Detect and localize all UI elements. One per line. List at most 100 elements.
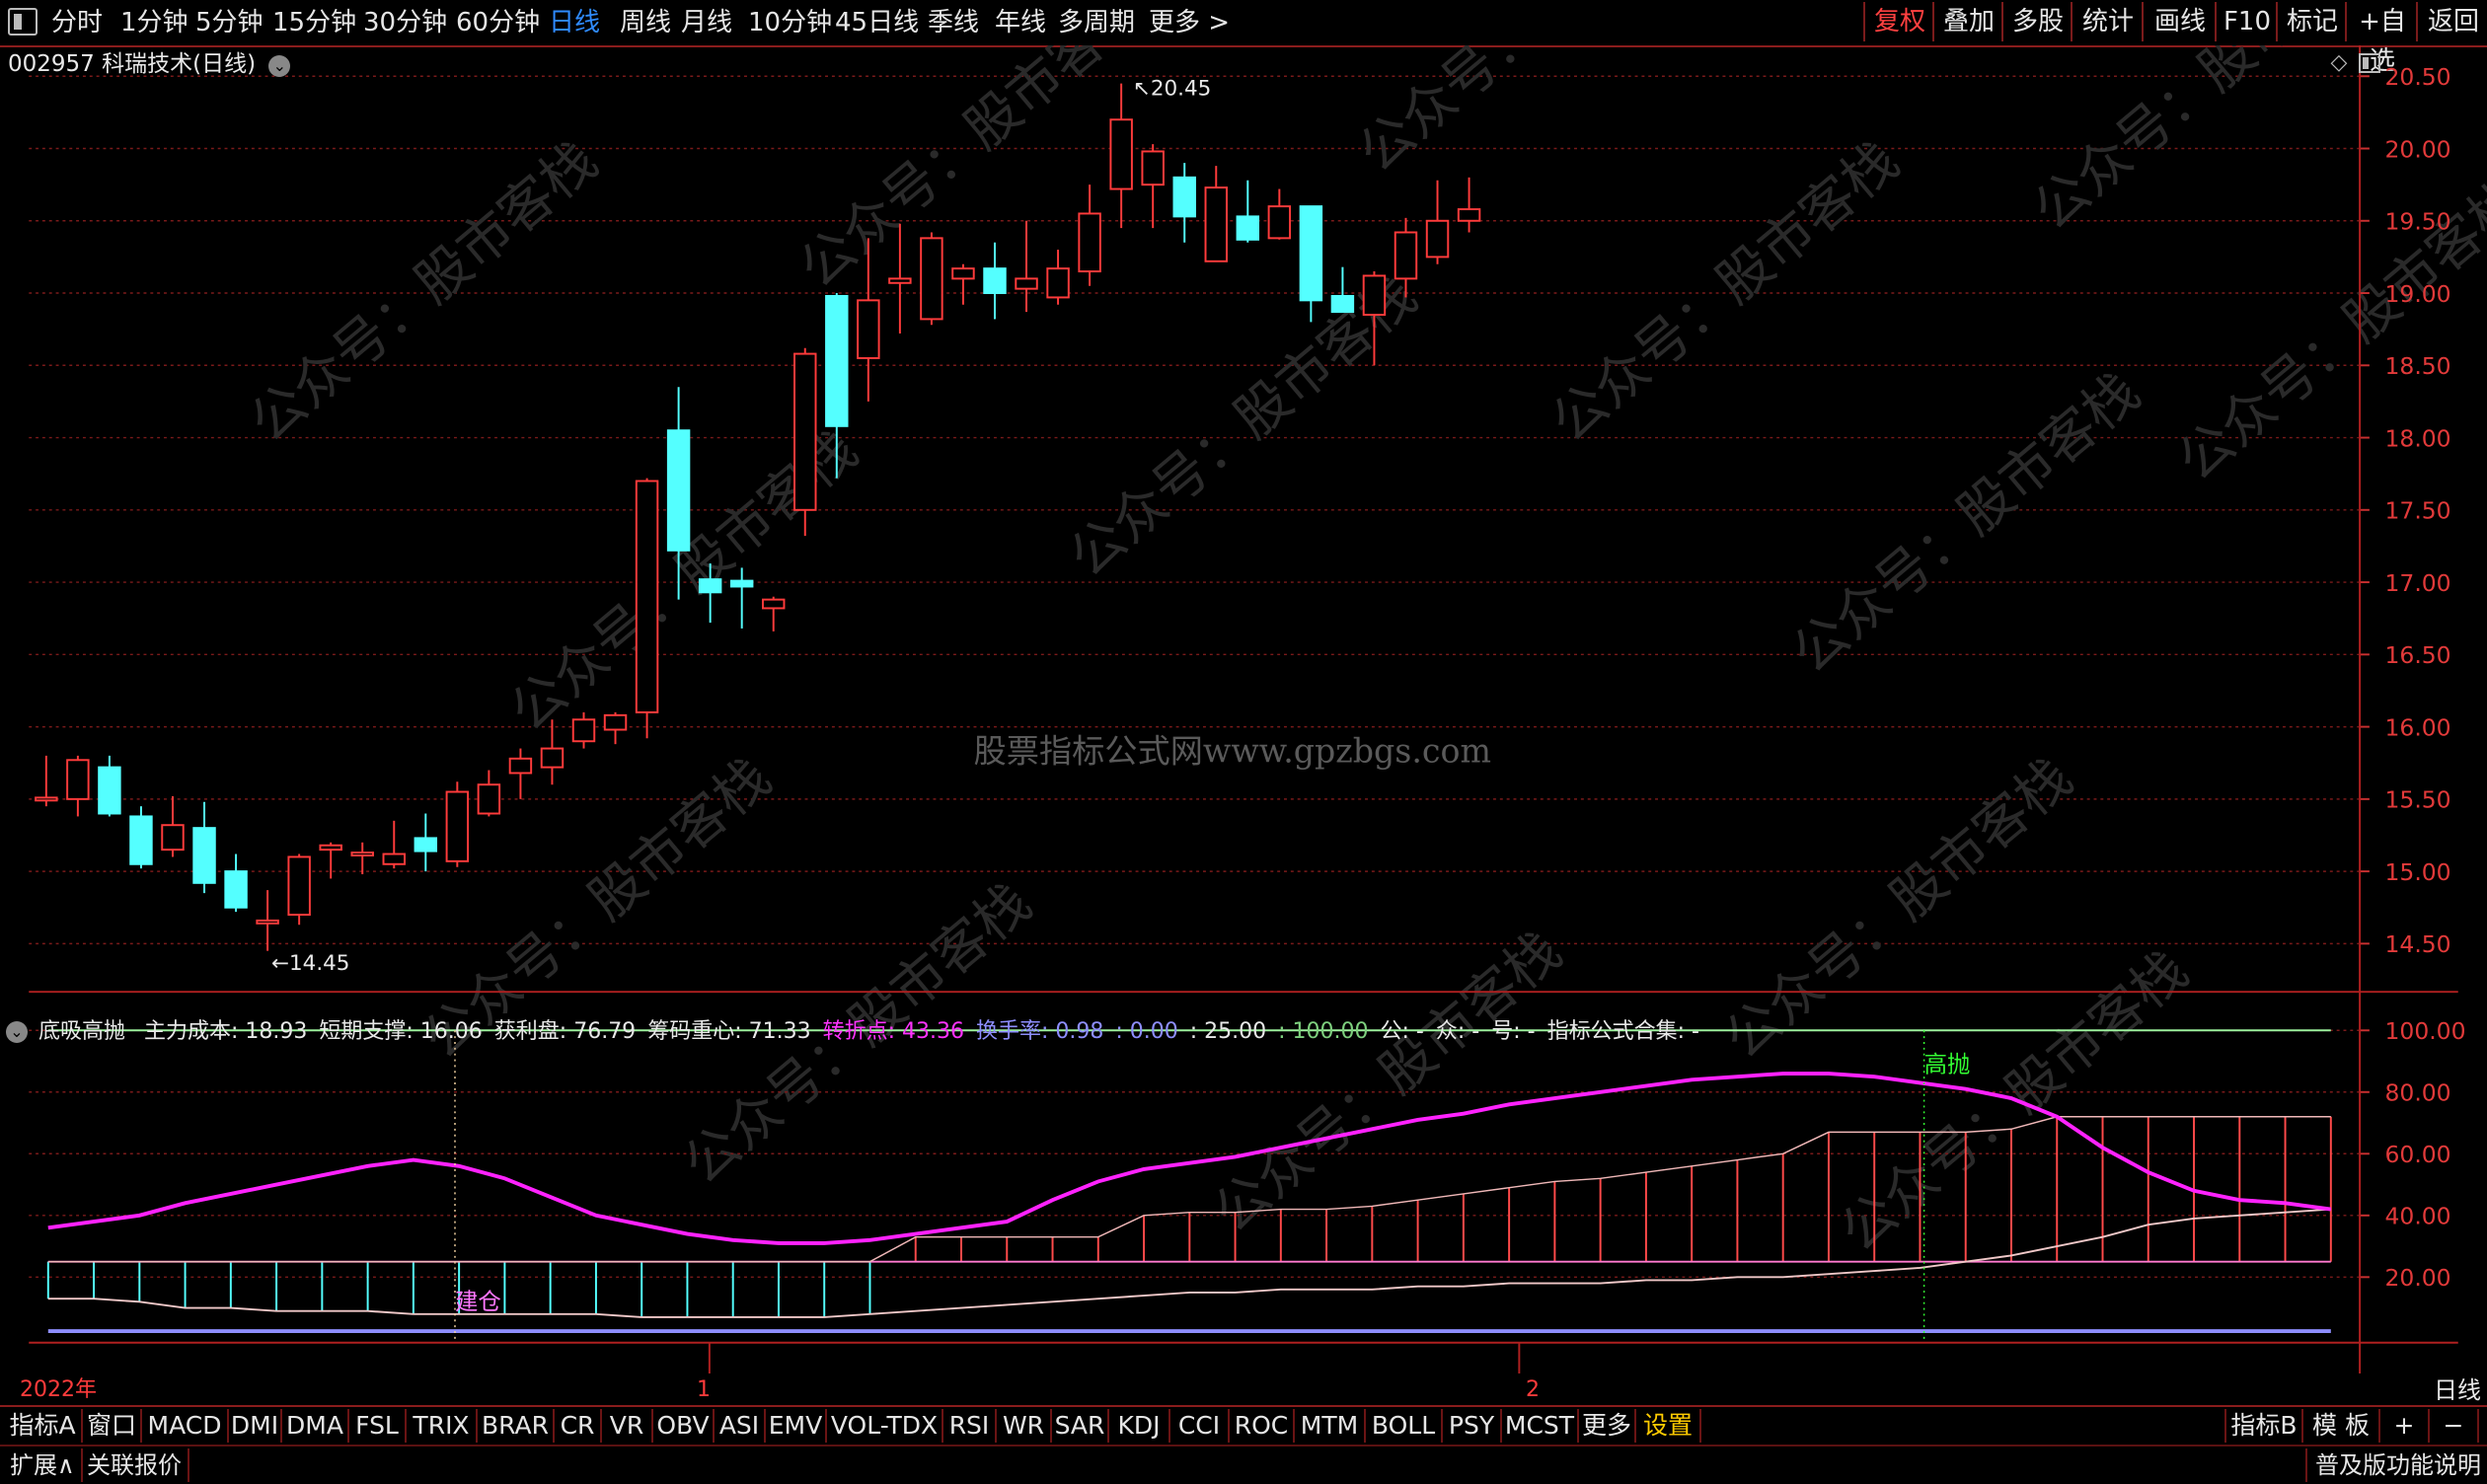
period-indicator: 日线 (2434, 1376, 2481, 1404)
toolbar-button[interactable]: 多股 (2001, 2, 2072, 41)
indicator-tab[interactable]: CCI (1170, 1409, 1230, 1443)
footer-right-button[interactable]: 指标B (2224, 1409, 2303, 1443)
indicator-tab[interactable]: BOLL (1366, 1409, 1443, 1443)
indicator-series: 建仓 高抛 (46, 1029, 2332, 1339)
toolbar-button[interactable]: 标记 (2276, 2, 2347, 41)
low-price-annotation: ←14.45 (271, 951, 349, 976)
price-tick-label: 16.50 (2385, 641, 2451, 669)
help-link[interactable]: 普及版功能说明 (2305, 1448, 2481, 1482)
indicator-tab[interactable]: RSI (943, 1409, 997, 1443)
period-tab[interactable]: 15分钟 (272, 4, 356, 41)
toolbar-button[interactable]: +自选 (2345, 2, 2418, 76)
price-tick-label: 20.00 (2385, 135, 2451, 163)
period-tab[interactable]: 日线 (549, 4, 600, 41)
candle (635, 478, 659, 739)
period-tab[interactable]: 60分钟 (456, 4, 540, 41)
period-tab[interactable]: 10分钟 (748, 4, 832, 41)
expand-button[interactable]: 扩展∧ (4, 1448, 83, 1482)
price-tick-label: 19.00 (2385, 280, 2451, 308)
price-tick-label: 14.50 (2385, 930, 2451, 958)
candle (508, 748, 533, 799)
period-tab[interactable]: 周线 (620, 4, 671, 41)
candle (603, 711, 628, 745)
chart-area: 公众号：股市客栈公众号：股市客栈公众号：股市客栈公众号：股市客栈 公众号：股市客栈… (29, 45, 2487, 1373)
candle (1299, 205, 1323, 323)
watermark-text: 公众号：股市客栈 (1346, 45, 1717, 185)
panel-toggle-icon[interactable] (2359, 53, 2380, 73)
indicator-tab[interactable]: 设置 (1636, 1409, 1701, 1443)
indicator-tab[interactable]: DMI (229, 1409, 282, 1443)
indicator-tab[interactable]: KDJ (1109, 1409, 1170, 1443)
period-tab[interactable]: 季线 (928, 4, 979, 41)
indicator-tab[interactable]: OBV (653, 1409, 715, 1443)
candle (571, 711, 596, 749)
indicator-tab[interactable]: MCST (1502, 1409, 1579, 1443)
period-tab[interactable]: 5分钟 (195, 4, 264, 41)
indicator-tab[interactable]: VR (602, 1409, 653, 1443)
candle (762, 596, 786, 631)
window-menu-icon[interactable] (8, 8, 38, 36)
indicator-tab[interactable]: MTM (1295, 1409, 1366, 1443)
candle (951, 263, 975, 305)
period-tab[interactable]: 45日线 (835, 4, 919, 41)
footer-right-button[interactable]: 模 板 (2301, 1409, 2380, 1443)
indicator-tab[interactable]: ROC (1230, 1409, 1295, 1443)
footer-right-button[interactable]: − (2428, 1409, 2479, 1443)
related-quotes-button[interactable]: 关联报价 (81, 1448, 189, 1482)
candle (1078, 185, 1101, 286)
indicator-tab[interactable]: CR (555, 1409, 602, 1443)
diamond-icon[interactable]: ◇ (2327, 51, 2351, 75)
indicator-tab[interactable]: TRIX (407, 1409, 478, 1443)
indicator-tick-label: 20.00 (2385, 1264, 2451, 1292)
indicator-tab[interactable]: WR (997, 1409, 1052, 1443)
price-tick-label: 17.00 (2385, 569, 2451, 597)
toolbar-button[interactable]: F10 (2215, 2, 2278, 41)
indicator-tab[interactable]: 指标A (4, 1409, 83, 1443)
indicator-tab[interactable]: SAR (1052, 1409, 1109, 1443)
indicator-name[interactable]: 底吸高抛 (38, 1019, 125, 1044)
indicator-tab[interactable]: 窗口 (83, 1409, 142, 1443)
indicator-tab[interactable]: ASI (715, 1409, 766, 1443)
legend-item: : 100.00 (1278, 1019, 1369, 1044)
chevron-down-icon[interactable]: ⌄ (6, 1021, 28, 1043)
footer-right-button[interactable]: + (2378, 1409, 2430, 1443)
legend-item: 众: - (1435, 1019, 1480, 1044)
period-tab[interactable]: 1分钟 (120, 4, 188, 41)
indicator-tab[interactable]: BRAR (478, 1409, 555, 1443)
stock-title[interactable]: 002957 科瑞技术(日线) ⌄ (8, 49, 291, 79)
toolbar-button[interactable]: 统计 (2071, 2, 2144, 41)
chevron-down-icon[interactable]: ⌄ (268, 55, 291, 77)
time-axis-month-2: 2 (1526, 1377, 1540, 1402)
candle (1109, 83, 1133, 229)
indicator-tab[interactable]: MACD (142, 1409, 229, 1443)
indicator-tab[interactable]: EMV (766, 1409, 827, 1443)
period-tab[interactable]: 年线 (995, 4, 1046, 41)
indicator-tab[interactable]: VOL-TDX (827, 1409, 943, 1443)
period-tab[interactable]: 30分钟 (363, 4, 447, 41)
period-tab[interactable]: 分时 (51, 4, 103, 41)
candle (319, 842, 342, 879)
period-tab[interactable]: 更多 > (1149, 4, 1230, 41)
candle (1046, 250, 1070, 305)
indicator-tab[interactable]: 更多 (1579, 1409, 1636, 1443)
price-axis-labels: 20.50 20.00 19.50 19.00 18.50 18.00 17.50 17.00… (2360, 63, 2451, 958)
candle (382, 820, 406, 869)
period-tab[interactable]: 月线 (681, 4, 732, 41)
legend-item: 换手率: 0.98 (975, 1019, 1104, 1044)
indicator-tab[interactable]: FSL (349, 1409, 407, 1443)
toolbar-button[interactable]: 叠加 (1932, 2, 2003, 41)
legend-item: 短期支撑: 16.06 (319, 1019, 483, 1044)
legend-item: : 0.00 (1115, 1019, 1178, 1044)
toolbar-button[interactable]: 返回 (2416, 2, 2487, 41)
toolbar-button[interactable]: 复权 (1863, 2, 1934, 41)
toolbar-button[interactable]: 画线 (2142, 2, 2217, 41)
candle (1172, 163, 1196, 243)
stock-title-text: 002957 科瑞技术(日线) (8, 51, 257, 77)
center-watermark: 股票指标公式网www.gpzbgs.com (974, 732, 1491, 771)
indicator-tab[interactable]: DMA (282, 1409, 349, 1443)
legend-item: 转折点: 43.36 (822, 1019, 964, 1044)
watermark-text: 公众号：股市客栈 (1712, 745, 2083, 1071)
period-tab[interactable]: 多周期 (1058, 4, 1135, 41)
indicator-tab[interactable]: PSY (1443, 1409, 1502, 1443)
candle (350, 842, 374, 875)
